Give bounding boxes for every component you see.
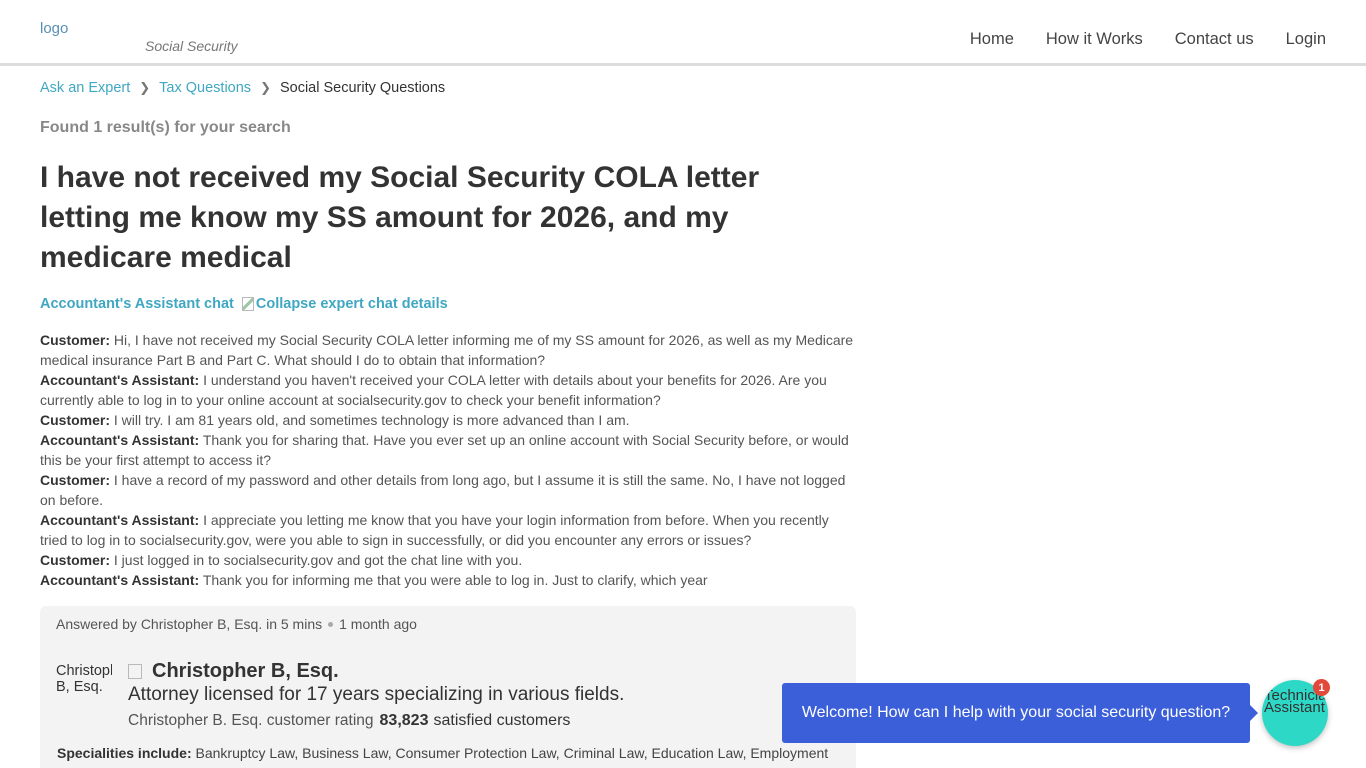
chat-title: Accountant's Assistant chat bbox=[40, 296, 234, 312]
chat-transcript: Customer: Hi, I have not received my Soc… bbox=[40, 330, 858, 590]
notification-badge: 1 bbox=[1313, 679, 1330, 696]
breadcrumb: Ask an Expert ❯ Tax Questions ❯ Social S… bbox=[40, 80, 445, 96]
question-title: I have not received my Social Security C… bbox=[40, 161, 760, 274]
transcript-line: Customer: I just logged in to socialsecu… bbox=[40, 550, 858, 570]
answer-time-ago: 1 month ago bbox=[339, 616, 417, 632]
message-text: I have a record of my password and other… bbox=[40, 472, 846, 508]
broken-image-icon bbox=[128, 664, 142, 679]
message-text: Thank you for informing me that you were… bbox=[202, 572, 708, 588]
collapse-alt-text: Collapse expert chat details bbox=[255, 296, 448, 312]
speaker-label: Customer: bbox=[40, 412, 111, 428]
speaker-label: Customer: bbox=[40, 332, 111, 348]
specialities-list: Bankruptcy Law, Business Law, Consumer P… bbox=[195, 745, 829, 761]
satisfied-label: satisfied customers bbox=[433, 712, 571, 729]
logo[interactable]: logo bbox=[40, 20, 68, 37]
speaker-label: Accountant's Assistant: bbox=[40, 372, 200, 388]
chevron-right-icon: ❯ bbox=[260, 80, 271, 95]
main-nav: Home How it Works Contact us Login bbox=[938, 30, 1326, 49]
breadcrumb-current: Social Security Questions bbox=[279, 80, 446, 96]
specialities-label: Specialities include: bbox=[57, 745, 192, 761]
transcript-line: Accountant's Assistant: I appreciate you… bbox=[40, 510, 858, 550]
answered-by-text: Answered by Christopher B, Esq. in 5 min… bbox=[56, 616, 323, 632]
satisfied-count: 83,823 bbox=[379, 712, 429, 729]
breadcrumb-ask-an-expert[interactable]: Ask an Expert bbox=[40, 80, 130, 96]
chevron-right-icon: ❯ bbox=[139, 80, 151, 95]
speaker-label: Customer: bbox=[40, 472, 111, 488]
collapse-chat-button[interactable]: Collapse expert chat details bbox=[241, 296, 448, 312]
transcript-line: Customer: Hi, I have not received my Soc… bbox=[40, 330, 858, 370]
transcript-line: Accountant's Assistant: Thank you for in… bbox=[40, 570, 858, 590]
transcript-line: Accountant's Assistant: I understand you… bbox=[40, 370, 858, 410]
expert-name[interactable]: Christopher B, Esq. bbox=[128, 660, 339, 683]
expert-avatar[interactable]: Christopher B, Esq. bbox=[56, 663, 112, 711]
results-count: Found 1 result(s) for your search bbox=[40, 119, 291, 136]
expert-rating: Christopher B. Esq. customer rating 83,8… bbox=[128, 712, 570, 730]
message-text: I just logged in to socialsecurity.gov a… bbox=[113, 552, 523, 568]
nav-home[interactable]: Home bbox=[970, 30, 1014, 49]
nav-login[interactable]: Login bbox=[1286, 30, 1326, 49]
rating-image-alt: Christopher B. Esq. customer rating bbox=[128, 712, 374, 729]
message-text: Hi, I have not received my Social Securi… bbox=[40, 332, 854, 368]
speaker-label: Accountant's Assistant: bbox=[40, 572, 200, 588]
transcript-line: Accountant's Assistant: Thank you for sh… bbox=[40, 430, 858, 470]
nav-how-it-works[interactable]: How it Works bbox=[1046, 30, 1143, 49]
nav-contact-us[interactable]: Contact us bbox=[1175, 30, 1254, 49]
chat-header: Accountant's Assistant chat Collapse exp… bbox=[40, 296, 448, 312]
breadcrumb-tax-questions[interactable]: Tax Questions bbox=[159, 80, 251, 96]
speaker-label: Customer: bbox=[40, 552, 111, 568]
logo-alt-text: logo bbox=[40, 20, 69, 37]
broken-image-icon bbox=[241, 297, 254, 311]
chat-welcome-bubble[interactable]: Welcome! How can I help with your social… bbox=[782, 683, 1258, 743]
answered-by: Answered by Christopher B, Esq. in 5 min… bbox=[56, 616, 417, 632]
specialities: Specialities include: Bankruptcy Law, Bu… bbox=[57, 745, 828, 761]
speaker-label: Accountant's Assistant: bbox=[40, 432, 200, 448]
expert-description: Attorney licensed for 17 years specializ… bbox=[128, 684, 625, 705]
separator-dot bbox=[328, 621, 334, 627]
answer-card: Answered by Christopher B, Esq. in 5 min… bbox=[40, 606, 856, 768]
transcript-line: Customer: I have a record of my password… bbox=[40, 470, 858, 510]
transcript-line: Customer: I will try. I am 81 years old,… bbox=[40, 410, 858, 430]
expert-name-text: Christopher B, Esq. bbox=[152, 660, 339, 682]
logo-tagline: Social Security bbox=[145, 38, 238, 54]
message-text: I will try. I am 81 years old, and somet… bbox=[113, 412, 630, 428]
speaker-label: Accountant's Assistant: bbox=[40, 512, 200, 528]
site-header: logo Social Security Home How it Works C… bbox=[0, 0, 1366, 66]
